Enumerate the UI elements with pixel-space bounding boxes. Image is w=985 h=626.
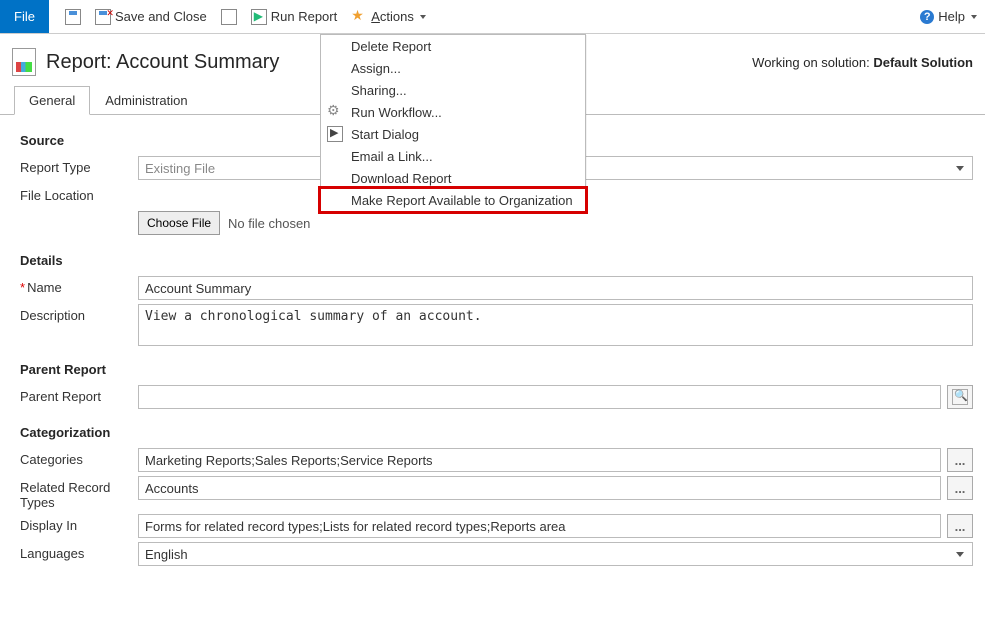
save-and-close-label: Save and Close [115, 9, 207, 24]
menu-run-workflow-label: Run Workflow... [351, 105, 442, 120]
save-and-close-button[interactable]: Save and Close [95, 0, 207, 33]
choose-file-button[interactable]: Choose File [138, 211, 220, 235]
display-in-label: Display In [20, 514, 138, 533]
help-button[interactable]: ? Help [920, 9, 977, 24]
display-in-edit-button[interactable]: ... [947, 514, 973, 538]
help-label: Help [938, 9, 965, 24]
report-type-label: Report Type [20, 156, 138, 175]
parent-report-lookup-button[interactable] [947, 385, 973, 409]
refresh-button[interactable] [221, 0, 237, 33]
toolbar: File Save and Close Run Report Actions ?… [0, 0, 985, 34]
menu-make-available-label: Make Report Available to Organization [351, 193, 573, 208]
menu-delete-report-label: Delete Report [351, 39, 431, 54]
run-icon [251, 9, 267, 25]
description-label: Description [20, 304, 138, 323]
actions-menu: Delete Report Assign... Sharing... Run W… [320, 34, 586, 212]
refresh-icon [221, 9, 237, 25]
menu-email-link-label: Email a Link... [351, 149, 433, 164]
related-types-input[interactable] [138, 476, 941, 500]
menu-delete-report[interactable]: Delete Report [321, 35, 585, 57]
save-icon [65, 9, 81, 25]
section-parent: Parent Report [20, 362, 973, 377]
save-button[interactable] [65, 0, 81, 33]
menu-email-link[interactable]: Email a Link... [321, 145, 585, 167]
menu-run-workflow[interactable]: Run Workflow... [321, 101, 585, 123]
save-close-icon [95, 9, 111, 25]
file-button-label: File [14, 9, 35, 24]
tab-general[interactable]: General [14, 86, 90, 115]
report-type-value: Existing File [145, 161, 215, 176]
tab-administration-label: Administration [105, 93, 187, 108]
categories-label: Categories [20, 448, 138, 467]
menu-start-dialog-label: Start Dialog [351, 127, 419, 142]
section-details: Details [20, 253, 973, 268]
chevron-down-icon [956, 166, 964, 171]
file-button[interactable]: File [0, 0, 49, 33]
actions-button[interactable]: Actions [351, 0, 426, 33]
menu-make-available[interactable]: Make Report Available to Organization [321, 189, 585, 211]
help-icon: ? [920, 10, 934, 24]
menu-assign[interactable]: Assign... [321, 57, 585, 79]
solution-info: Working on solution: Default Solution [752, 55, 973, 70]
chevron-down-icon [971, 15, 977, 19]
lookup-icon [952, 389, 968, 405]
section-categorization: Categorization [20, 425, 973, 440]
languages-select[interactable]: English [138, 542, 973, 566]
menu-sharing[interactable]: Sharing... [321, 79, 585, 101]
languages-value: English [145, 547, 188, 562]
tab-administration[interactable]: Administration [90, 86, 202, 114]
menu-download-report-label: Download Report [351, 171, 451, 186]
dialog-icon [327, 126, 343, 142]
parent-report-label: Parent Report [20, 385, 138, 404]
related-types-label: Related Record Types [20, 476, 138, 510]
name-input[interactable] [138, 276, 973, 300]
run-report-label: Run Report [271, 9, 337, 24]
solution-name: Default Solution [873, 55, 973, 70]
languages-label: Languages [20, 542, 138, 561]
menu-sharing-label: Sharing... [351, 83, 407, 98]
actions-icon [351, 9, 367, 25]
solution-prefix: Working on solution: [752, 55, 873, 70]
categories-edit-button[interactable]: ... [947, 448, 973, 472]
file-location-label: File Location [20, 184, 138, 203]
name-label: *Name [20, 276, 138, 295]
menu-assign-label: Assign... [351, 61, 401, 76]
categories-input[interactable] [138, 448, 941, 472]
display-in-input[interactable] [138, 514, 941, 538]
menu-start-dialog[interactable]: Start Dialog [321, 123, 585, 145]
description-input[interactable] [138, 304, 973, 346]
related-types-edit-button[interactable]: ... [947, 476, 973, 500]
report-icon [12, 48, 36, 76]
workflow-icon [327, 104, 343, 120]
actions-label: Actions [371, 9, 414, 24]
parent-report-input[interactable] [138, 385, 941, 409]
chevron-down-icon [956, 552, 964, 557]
chevron-down-icon [420, 15, 426, 19]
no-file-chosen-text: No file chosen [228, 216, 310, 231]
tab-general-label: General [29, 93, 75, 108]
run-report-button[interactable]: Run Report [251, 0, 337, 33]
